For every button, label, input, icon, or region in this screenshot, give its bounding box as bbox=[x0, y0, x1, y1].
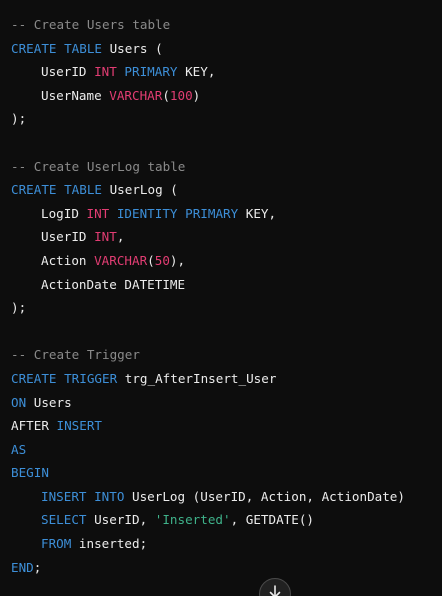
code-line: ); bbox=[11, 107, 442, 131]
code-token-comment: -- Create Users table bbox=[11, 17, 171, 32]
code-line: AFTER INSERT bbox=[11, 414, 442, 438]
code-line: BEGIN bbox=[11, 461, 442, 485]
code-line: ActionDate DATETIME bbox=[11, 273, 442, 297]
code-token-plain: ; bbox=[33, 559, 42, 575]
scroll-to-bottom-button[interactable] bbox=[259, 578, 291, 596]
code-token-type: INT bbox=[94, 229, 117, 245]
code-token-type: INT bbox=[94, 64, 117, 80]
code-token-plain: , GETDATE() bbox=[230, 512, 314, 528]
arrow-down-icon bbox=[269, 585, 281, 596]
code-token-type: INT bbox=[86, 205, 110, 221]
code-line: AS bbox=[11, 438, 442, 462]
code-line: CREATE TABLE Users ( bbox=[11, 37, 442, 61]
code-token-kw: IDENTITY bbox=[116, 205, 178, 221]
code-token-plain: ActionDate DATETIME bbox=[41, 276, 186, 292]
code-token-num: 50 bbox=[154, 252, 170, 268]
code-token-kw: TRIGGER bbox=[64, 370, 118, 386]
code-token-num: 100 bbox=[169, 87, 193, 103]
code-token-plain: ( bbox=[147, 252, 155, 268]
code-token-kw: TABLE bbox=[64, 40, 103, 56]
code-token-kw: CREATE bbox=[11, 182, 57, 198]
code-token-plain: KEY, bbox=[177, 64, 216, 80]
code-token-kw: AS bbox=[11, 441, 27, 457]
code-line: ​ bbox=[11, 320, 442, 344]
code-line: LogID INT IDENTITY PRIMARY KEY, bbox=[11, 202, 442, 226]
code-line: CREATE TABLE UserLog ( bbox=[11, 178, 442, 202]
code-token-comment: -- Create UserLog table bbox=[11, 158, 186, 174]
code-line: END; bbox=[11, 556, 442, 580]
code-line: UserID INT PRIMARY KEY, bbox=[11, 60, 442, 84]
code-token-plain: inserted; bbox=[71, 536, 148, 552]
code-token-plain: UserID bbox=[41, 64, 95, 80]
code-line: Action VARCHAR(50), bbox=[11, 249, 442, 273]
code-token-plain: ); bbox=[11, 111, 27, 127]
code-token-plain: UserName bbox=[41, 87, 110, 103]
code-token-plain: UserLog ( bbox=[102, 182, 178, 198]
code-token-plain: UserID, bbox=[86, 512, 155, 528]
code-token-kw: SELECT bbox=[41, 512, 87, 528]
code-token-kw: FROM bbox=[41, 536, 72, 552]
code-token-plain: AFTER bbox=[11, 418, 57, 434]
code-token-kw: BEGIN bbox=[11, 465, 49, 481]
code-token-kw: INSERT bbox=[41, 488, 87, 504]
code-line: UserName VARCHAR(100) bbox=[11, 84, 442, 108]
code-line: -- Create UserLog table bbox=[11, 155, 442, 179]
code-token-plain: , bbox=[116, 229, 125, 245]
code-token-plain: trg_AfterInsert_User bbox=[117, 370, 277, 386]
code-line: ); bbox=[11, 296, 442, 320]
code-token-plain: ), bbox=[169, 252, 186, 268]
code-token-type: VARCHAR bbox=[109, 87, 163, 103]
code-token-kw: TABLE bbox=[64, 182, 103, 198]
code-line: SELECT UserID, 'Inserted', GETDATE() bbox=[11, 508, 442, 532]
code-token-kw: PRIMARY bbox=[124, 64, 178, 80]
code-line: UserID INT, bbox=[11, 225, 442, 249]
code-line: -- Create Users table bbox=[11, 13, 442, 37]
code-token-kw: INTO bbox=[94, 488, 125, 504]
code-token-plain: KEY, bbox=[238, 205, 277, 221]
code-lines: -- Create Users table CREATE TABLE Users … bbox=[11, 13, 442, 579]
code-token-comment: -- Create Trigger bbox=[11, 347, 140, 363]
code-line: ​ bbox=[11, 131, 442, 155]
code-token-plain: Users bbox=[26, 394, 72, 410]
code-token-str: 'Inserted' bbox=[154, 512, 231, 528]
code-token-type: VARCHAR bbox=[94, 252, 148, 268]
code-token-plain: Action bbox=[41, 252, 95, 268]
code-token-plain: ) bbox=[192, 87, 201, 103]
code-token-kw: CREATE bbox=[11, 370, 57, 386]
code-token-kw: INSERT bbox=[56, 418, 103, 434]
code-line: -- Create Trigger bbox=[11, 343, 442, 367]
code-line: ON Users bbox=[11, 391, 442, 415]
code-line: INSERT INTO UserLog (UserID, Action, Act… bbox=[11, 485, 442, 509]
code-token-plain: LogID bbox=[41, 205, 87, 221]
code-token-kw: ON bbox=[11, 394, 27, 410]
code-token-plain: ( bbox=[162, 87, 170, 103]
code-token-plain: Users ( bbox=[102, 40, 163, 56]
code-token-plain: UserLog (UserID, Action, ActionDate) bbox=[124, 488, 405, 504]
code-token-kw: PRIMARY bbox=[185, 205, 239, 221]
code-token-kw: CREATE bbox=[11, 40, 57, 56]
code-line: FROM inserted; bbox=[11, 532, 442, 556]
code-block: -- Create Users table CREATE TABLE Users … bbox=[0, 0, 442, 596]
code-token-plain: UserID bbox=[41, 229, 95, 245]
code-token-plain: ); bbox=[11, 300, 27, 316]
code-line: CREATE TRIGGER trg_AfterInsert_User bbox=[11, 367, 442, 391]
code-token-kw: END bbox=[11, 559, 34, 575]
